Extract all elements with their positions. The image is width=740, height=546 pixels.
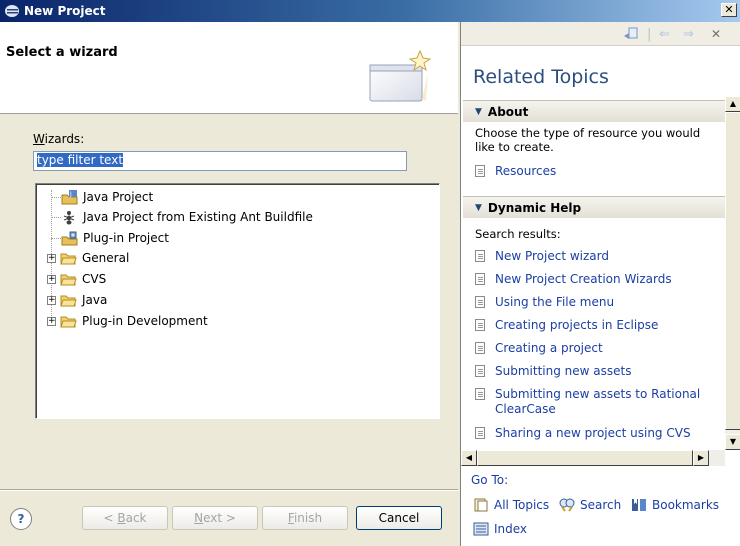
index-icon bbox=[473, 522, 489, 536]
close-icon: ✕ bbox=[724, 3, 734, 16]
document-icon bbox=[475, 342, 485, 354]
horizontal-scrollbar[interactable]: ◀ ▶ bbox=[461, 450, 725, 466]
result-link[interactable]: Sharing a new project using CVS bbox=[475, 426, 725, 441]
about-section-header[interactable]: ▼ About bbox=[463, 100, 725, 122]
back-arrow-icon[interactable]: ⇐ bbox=[659, 27, 670, 42]
result-link[interactable]: Submitting new assets to Rational ClearC… bbox=[475, 387, 715, 417]
document-icon bbox=[475, 427, 485, 439]
search-results-label: Search results: bbox=[475, 227, 561, 241]
help-panel: | ⇐ ⇒ ✕ Related Topics ▼ About Choose the… bbox=[460, 22, 740, 546]
sync-toc-icon[interactable] bbox=[623, 27, 639, 45]
scroll-down-icon[interactable]: ▼ bbox=[725, 434, 740, 450]
tree-item-plugin-project[interactable]: Plug-in Project bbox=[61, 228, 169, 248]
link-resources[interactable]: Resources bbox=[475, 164, 725, 179]
dynamic-help-header[interactable]: ▼ Dynamic Help bbox=[463, 196, 725, 218]
cancel-button[interactable]: Cancel bbox=[356, 506, 442, 530]
finish-button[interactable]: Finish bbox=[262, 506, 348, 530]
tree-item-general[interactable]: + General bbox=[47, 248, 129, 268]
result-link[interactable]: Submitting new assets bbox=[475, 364, 725, 379]
filter-text: type filter text bbox=[37, 153, 124, 167]
title-bar: New Project ✕ bbox=[0, 0, 740, 22]
plugin-icon bbox=[61, 231, 78, 246]
scroll-thumb[interactable] bbox=[725, 112, 740, 430]
help-content: ▼ About Choose the type of resource you w… bbox=[461, 96, 725, 450]
page-title: Select a wizard bbox=[6, 45, 118, 60]
back-button[interactable]: < Back bbox=[82, 506, 168, 530]
close-button[interactable]: ✕ bbox=[721, 3, 737, 17]
result-link[interactable]: New Project wizard bbox=[475, 249, 725, 264]
folder-icon bbox=[60, 272, 77, 287]
result-link[interactable]: Creating a project bbox=[475, 341, 725, 356]
all-topics-link[interactable]: All Topics bbox=[473, 498, 549, 512]
scroll-thumb[interactable] bbox=[477, 450, 693, 466]
related-topics-title: Related Topics bbox=[473, 66, 609, 88]
folder-icon bbox=[60, 314, 77, 329]
scroll-left-icon[interactable]: ◀ bbox=[461, 450, 477, 466]
java-project-icon: J bbox=[61, 189, 78, 205]
document-icon bbox=[475, 296, 485, 308]
collapse-icon: ▼ bbox=[475, 106, 482, 117]
filter-input[interactable]: type filter text bbox=[33, 151, 407, 171]
tree-item-cvs[interactable]: + CVS bbox=[47, 269, 106, 289]
bookmark-icon bbox=[631, 498, 647, 512]
document-icon bbox=[475, 319, 485, 331]
goto-label: Go To: bbox=[471, 473, 509, 487]
document-icon bbox=[475, 165, 485, 177]
book-icon bbox=[473, 498, 489, 512]
wizard-panel: Select a wizard Wizards: type filter tex… bbox=[0, 22, 458, 546]
document-icon bbox=[475, 250, 485, 262]
expand-icon[interactable]: + bbox=[47, 316, 56, 326]
document-icon bbox=[475, 365, 485, 377]
scroll-up-icon[interactable]: ▲ bbox=[725, 96, 740, 112]
next-button[interactable]: Next > bbox=[172, 506, 258, 530]
tree-item-java[interactable]: + Java bbox=[47, 290, 107, 310]
wizard-tree[interactable]: J Java Project Java Project from Existin… bbox=[35, 183, 440, 419]
svg-text:J: J bbox=[69, 191, 72, 198]
about-text: Choose the type of resource you would li… bbox=[475, 126, 701, 154]
close-help-icon[interactable]: ✕ bbox=[711, 27, 721, 41]
search-icon bbox=[559, 498, 575, 512]
scroll-right-icon[interactable]: ▶ bbox=[693, 450, 709, 466]
forward-arrow-icon[interactable]: ⇒ bbox=[683, 27, 694, 42]
window-title: New Project bbox=[24, 4, 106, 18]
expand-icon[interactable]: + bbox=[47, 274, 56, 284]
document-icon bbox=[475, 388, 485, 400]
tree-item-ant-project[interactable]: Java Project from Existing Ant Buildfile bbox=[61, 207, 313, 227]
result-link[interactable]: New Project Creation Wizards bbox=[475, 272, 725, 287]
folder-icon bbox=[60, 293, 77, 308]
folder-icon bbox=[60, 251, 77, 266]
document-icon bbox=[475, 273, 485, 285]
index-link[interactable]: Index bbox=[473, 522, 527, 536]
ant-icon bbox=[61, 210, 78, 225]
result-link[interactable]: Creating projects in Eclipse bbox=[475, 318, 725, 333]
toolbar-divider: | bbox=[647, 27, 652, 42]
wizard-header: Select a wizard bbox=[0, 22, 458, 114]
wizard-banner-icon bbox=[368, 49, 432, 105]
wizards-label: Wizards: bbox=[33, 132, 85, 146]
bookmarks-link[interactable]: Bookmarks bbox=[631, 498, 719, 512]
tree-item-java-project[interactable]: J Java Project bbox=[61, 187, 153, 207]
help-button[interactable]: ? bbox=[10, 508, 32, 530]
search-link[interactable]: Search bbox=[559, 498, 621, 512]
eclipse-icon bbox=[4, 4, 20, 18]
new-project-dialog: New Project ✕ Select a wizard Wizards: t… bbox=[0, 0, 740, 546]
collapse-icon: ▼ bbox=[475, 202, 482, 213]
expand-icon[interactable]: + bbox=[47, 253, 56, 263]
result-link[interactable]: Using the File menu bbox=[475, 295, 725, 310]
tree-item-plugin-development[interactable]: + Plug-in Development bbox=[47, 311, 208, 331]
help-icon: ? bbox=[17, 512, 25, 526]
expand-icon[interactable]: + bbox=[47, 295, 56, 305]
separator bbox=[0, 489, 458, 491]
help-toolbar: | ⇐ ⇒ ✕ bbox=[461, 22, 740, 46]
vertical-scrollbar[interactable]: ▲ ▼ bbox=[725, 96, 740, 450]
